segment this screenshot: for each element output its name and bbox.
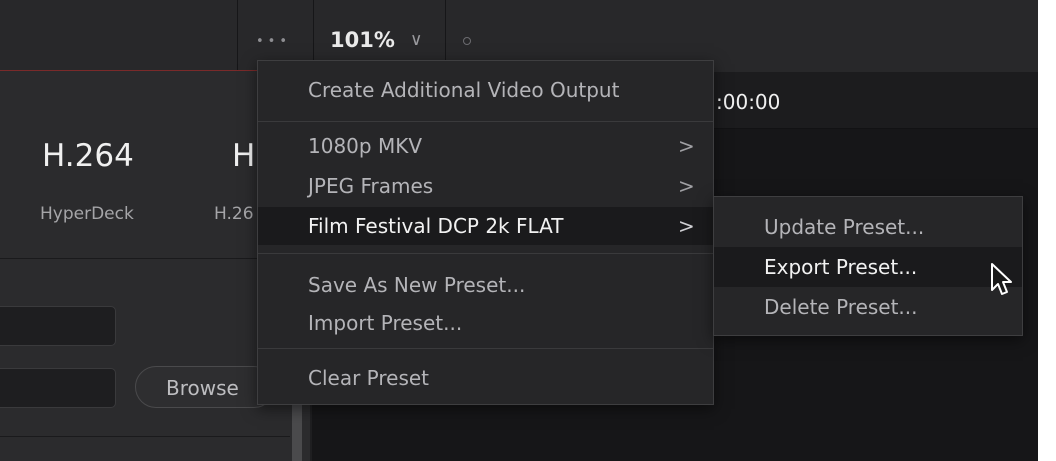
chevron-right-icon: > [678, 214, 695, 238]
menu-item-preset-1080p-mkv[interactable]: 1080p MKV > [258, 127, 713, 165]
more-options-icon[interactable]: ••• [256, 34, 291, 49]
menu-divider [258, 253, 713, 254]
menu-item-label: Film Festival DCP 2k FLAT [308, 214, 564, 238]
zoom-level[interactable]: 101% [330, 28, 395, 52]
chevron-down-icon[interactable]: ∨ [410, 30, 422, 50]
preset-title[interactable]: H [232, 138, 255, 174]
preset-submenu: Update Preset... Export Preset... Delete… [713, 196, 1023, 336]
menu-item-save-as-new-preset[interactable]: Save As New Preset... [258, 266, 713, 304]
chevron-right-icon: > [678, 174, 695, 198]
menu-item-label: 1080p MKV [308, 134, 423, 158]
menu-item-clear-preset[interactable]: Clear Preset [258, 359, 713, 397]
panel-divider [0, 258, 290, 259]
menu-item-label: JPEG Frames [308, 174, 434, 198]
submenu-item-update-preset[interactable]: Update Preset... [714, 207, 1022, 247]
location-field[interactable] [0, 368, 116, 408]
context-menu: Create Additional Video Output 1080p MKV… [257, 60, 714, 405]
menu-item-preset-film-festival-dcp[interactable]: Film Festival DCP 2k FLAT > [258, 207, 713, 245]
panel-top-accent [0, 70, 260, 71]
menu-item-import-preset[interactable]: Import Preset... [258, 304, 713, 342]
menu-divider [258, 348, 713, 349]
submenu-item-export-preset[interactable]: Export Preset... [714, 247, 1022, 287]
menu-item-preset-jpeg-frames[interactable]: JPEG Frames > [258, 167, 713, 205]
preset-subtitle: HyperDeck [40, 204, 134, 224]
panel-divider [0, 436, 290, 437]
app-window: ••• 101% ∨ H.264 H HyperDeck H.26 Browse… [0, 0, 1038, 461]
menu-divider [258, 121, 713, 122]
timecode-display: :00:00 [716, 90, 781, 114]
mouse-cursor-icon [991, 263, 1012, 295]
chevron-right-icon: > [678, 134, 695, 158]
menu-item-create-video-output[interactable]: Create Additional Video Output [258, 71, 713, 109]
browse-button[interactable]: Browse [135, 366, 275, 408]
preset-subtitle: H.26 [214, 204, 254, 224]
preset-title[interactable]: H.264 [42, 138, 134, 174]
circle-indicator-icon [463, 37, 471, 45]
text-field[interactable] [0, 306, 116, 346]
toolbar-divider [237, 0, 238, 72]
submenu-item-delete-preset[interactable]: Delete Preset... [714, 287, 1022, 327]
